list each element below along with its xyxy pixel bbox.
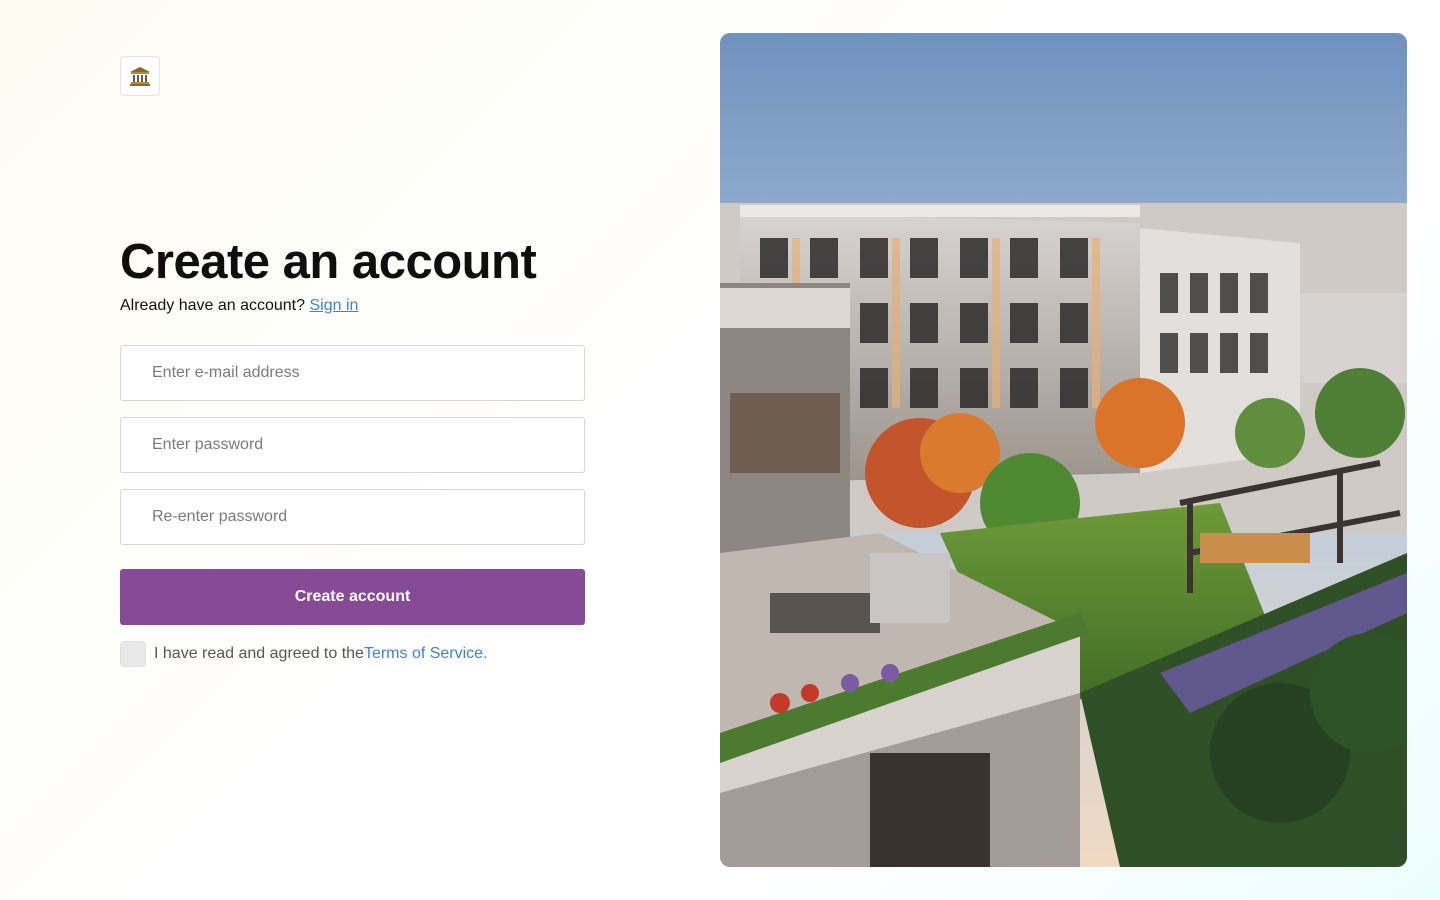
terms-checkbox[interactable]	[120, 641, 146, 667]
page-title: Create an account	[120, 235, 537, 289]
create-account-button[interactable]: Create account	[120, 569, 585, 625]
app-logo[interactable]	[120, 56, 160, 96]
signin-prompt-row: Already have an account? Sign in	[120, 297, 358, 315]
password-field[interactable]	[120, 417, 585, 473]
signin-link[interactable]: Sign in	[309, 297, 358, 314]
terms-row: I have read and agreed to the Terms of S…	[120, 641, 488, 667]
terms-text: I have read and agreed to the	[154, 645, 364, 662]
terms-of-service-link[interactable]: Terms of Service	[364, 645, 483, 663]
bank-building-icon	[130, 67, 150, 86]
email-field[interactable]	[120, 345, 585, 401]
apartment-courtyard-illustration	[720, 33, 1407, 867]
signin-prompt-text: Already have an account?	[120, 297, 306, 314]
terms-period: .	[483, 645, 488, 662]
confirm-password-field[interactable]	[120, 489, 585, 545]
hero-image	[720, 33, 1407, 867]
